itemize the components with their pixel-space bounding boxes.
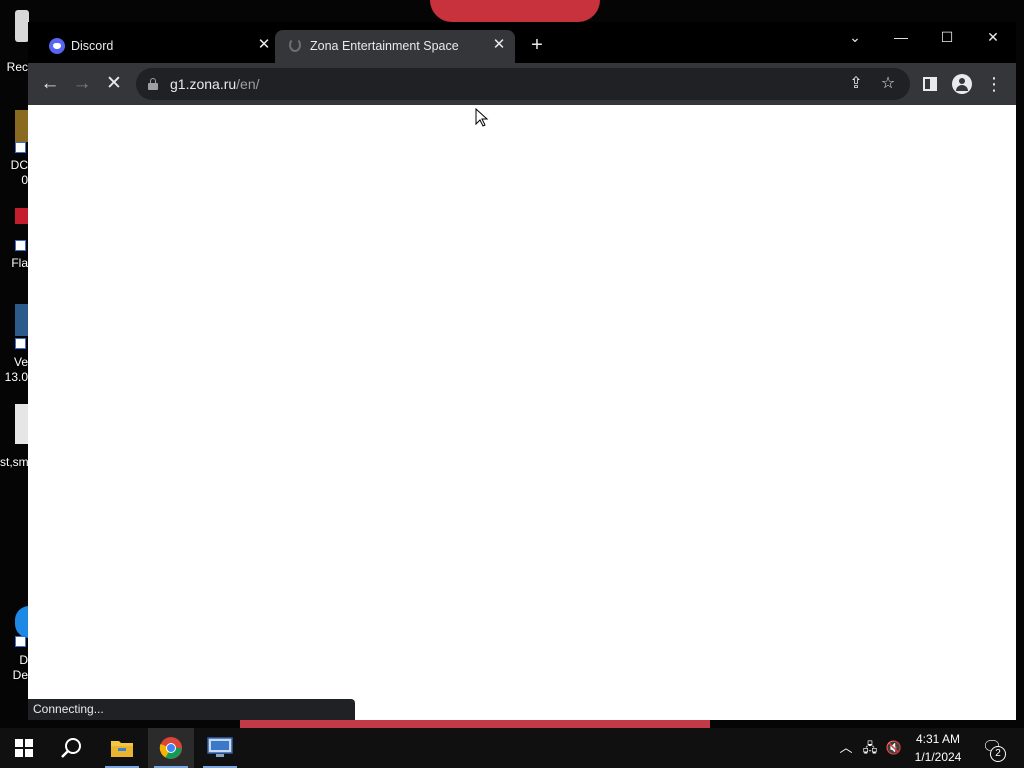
new-tab-button[interactable]: +	[526, 35, 548, 56]
show-hidden-icons-chevron[interactable]: ︿	[836, 738, 856, 758]
lock-icon[interactable]	[148, 78, 158, 90]
desktop-icon-st-sm[interactable]: st,sm	[0, 400, 30, 470]
discord-icon	[49, 38, 65, 54]
desktop-icon-vegas[interactable]: Ve 13.0	[0, 302, 30, 384]
shortcut-arrow-icon	[15, 142, 26, 153]
address-bar[interactable]: g1.zona.ru/en/ ⇪ ☆	[136, 68, 910, 100]
remote-desktop-button[interactable]	[197, 728, 243, 768]
desktop-icon-d[interactable]: D De	[0, 604, 30, 684]
document-icon	[15, 404, 29, 444]
stop-loading-button[interactable]: ✕	[101, 72, 127, 96]
shortcut-arrow-icon	[15, 338, 26, 349]
recycle-bin-icon	[15, 10, 29, 42]
chrome-icon	[159, 737, 182, 759]
url-host: g1.zona.ru	[170, 76, 237, 92]
tab-title: Zona Entertainment Space	[310, 39, 459, 53]
clock-date: 1/1/2024	[914, 750, 962, 764]
shortcut-arrow-icon	[15, 636, 26, 647]
maximize-button[interactable]: ☐	[932, 25, 962, 49]
close-tab-icon[interactable]: ✕	[491, 37, 507, 53]
tab-discord[interactable]: Discord ✕	[36, 30, 272, 63]
tab-zona-entertainment[interactable]: Zona Entertainment Space ✕	[275, 30, 515, 63]
file-explorer-icon	[111, 741, 133, 757]
wallpaper-shape-top	[430, 0, 600, 22]
desktop-icon-flash[interactable]: Fla	[0, 206, 30, 272]
start-icon	[15, 739, 33, 757]
tab-title: Discord	[71, 39, 114, 53]
profile-avatar-icon[interactable]	[952, 74, 972, 94]
desktop-icon-dc[interactable]: DC 0	[0, 106, 30, 187]
network-icon[interactable]: 🖧	[860, 738, 880, 758]
url-text[interactable]: g1.zona.ru/en/	[170, 76, 260, 92]
browser-toolbar: ← → ✕ g1.zona.ru/en/ ⇪ ☆ ⋮	[28, 63, 1016, 105]
clock[interactable]: 4:31 AM 1/1/2024	[906, 730, 970, 766]
desktop-icon-recycle-bin[interactable]: Rec	[0, 6, 30, 76]
remote-desktop-icon	[207, 737, 233, 757]
flash-app-icon	[15, 208, 29, 224]
bookmark-star-icon[interactable]: ☆	[878, 74, 898, 94]
back-button[interactable]: ←	[37, 72, 63, 96]
more-menu-icon[interactable]: ⋮	[984, 74, 1004, 94]
search-icon	[61, 738, 81, 758]
loading-icon	[289, 38, 301, 52]
taskbar: ︿ 🖧 🔇 4:31 AM 1/1/2024 🗨 2	[0, 728, 1024, 768]
close-tab-icon[interactable]: ✕	[256, 37, 272, 53]
forward-button[interactable]: →	[69, 72, 95, 96]
status-bubble: Connecting...	[28, 699, 355, 720]
url-path: /en/	[236, 76, 260, 92]
clock-time: 4:31 AM	[915, 732, 961, 746]
tab-strip: Discord ✕ Zona Entertainment Space ✕ + ⌄…	[28, 22, 1016, 63]
chrome-taskbar-button[interactable]	[148, 728, 194, 768]
page-content[interactable]	[28, 105, 1016, 720]
volume-muted-icon[interactable]: 🔇	[884, 738, 904, 758]
shortcut-arrow-icon	[15, 240, 26, 251]
tab-search-chevron-icon[interactable]: ⌄	[840, 25, 870, 49]
file-explorer-button[interactable]	[99, 728, 145, 768]
search-button[interactable]	[48, 728, 94, 768]
close-window-button[interactable]: ✕	[978, 25, 1008, 49]
share-icon[interactable]: ⇪	[846, 74, 866, 94]
chrome-window: Discord ✕ Zona Entertainment Space ✕ + ⌄…	[28, 22, 1016, 720]
app-globe-icon	[15, 606, 29, 638]
minimize-button[interactable]: —	[886, 25, 916, 49]
vegas-app-icon	[15, 304, 29, 336]
mouse-cursor-icon	[475, 108, 489, 127]
start-button[interactable]	[0, 728, 46, 768]
side-panel-icon[interactable]	[923, 77, 937, 91]
dc-app-icon	[15, 110, 29, 142]
notification-count-badge: 2	[990, 746, 1006, 762]
